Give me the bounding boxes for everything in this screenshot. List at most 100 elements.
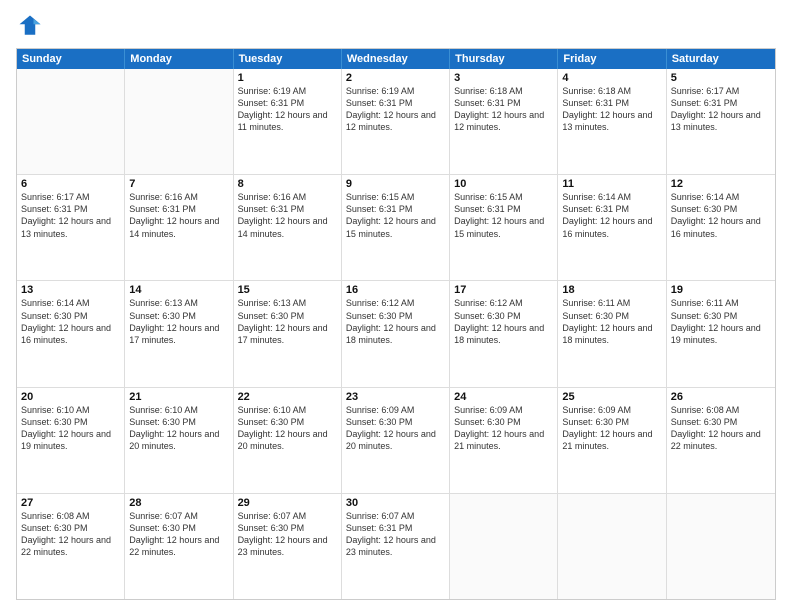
calendar-body: 1Sunrise: 6:19 AM Sunset: 6:31 PM Daylig… [17,69,775,599]
cal-cell-day-30: 30Sunrise: 6:07 AM Sunset: 6:31 PM Dayli… [342,494,450,599]
day-info: Sunrise: 6:17 AM Sunset: 6:31 PM Dayligh… [671,85,771,134]
day-info: Sunrise: 6:11 AM Sunset: 6:30 PM Dayligh… [562,297,661,346]
day-number: 1 [238,72,337,84]
day-number: 26 [671,391,771,403]
cal-cell-day-21: 21Sunrise: 6:10 AM Sunset: 6:30 PM Dayli… [125,388,233,493]
cal-cell-day-22: 22Sunrise: 6:10 AM Sunset: 6:30 PM Dayli… [234,388,342,493]
logo [16,12,48,40]
day-info: Sunrise: 6:18 AM Sunset: 6:31 PM Dayligh… [562,85,661,134]
day-info: Sunrise: 6:08 AM Sunset: 6:30 PM Dayligh… [21,510,120,559]
day-number: 14 [129,284,228,296]
day-number: 15 [238,284,337,296]
cal-cell-day-19: 19Sunrise: 6:11 AM Sunset: 6:30 PM Dayli… [667,281,775,386]
cal-cell-day-18: 18Sunrise: 6:11 AM Sunset: 6:30 PM Dayli… [558,281,666,386]
cal-header-friday: Friday [558,49,666,69]
day-info: Sunrise: 6:09 AM Sunset: 6:30 PM Dayligh… [454,404,553,453]
cal-cell-empty [558,494,666,599]
cal-header-wednesday: Wednesday [342,49,450,69]
day-number: 28 [129,497,228,509]
day-info: Sunrise: 6:12 AM Sunset: 6:30 PM Dayligh… [454,297,553,346]
cal-cell-day-10: 10Sunrise: 6:15 AM Sunset: 6:31 PM Dayli… [450,175,558,280]
day-number: 17 [454,284,553,296]
day-info: Sunrise: 6:10 AM Sunset: 6:30 PM Dayligh… [21,404,120,453]
day-info: Sunrise: 6:15 AM Sunset: 6:31 PM Dayligh… [454,191,553,240]
cal-cell-day-16: 16Sunrise: 6:12 AM Sunset: 6:30 PM Dayli… [342,281,450,386]
cal-cell-day-20: 20Sunrise: 6:10 AM Sunset: 6:30 PM Dayli… [17,388,125,493]
day-info: Sunrise: 6:07 AM Sunset: 6:31 PM Dayligh… [346,510,445,559]
cal-header-saturday: Saturday [667,49,775,69]
day-info: Sunrise: 6:08 AM Sunset: 6:30 PM Dayligh… [671,404,771,453]
day-number: 9 [346,178,445,190]
day-info: Sunrise: 6:13 AM Sunset: 6:30 PM Dayligh… [238,297,337,346]
cal-cell-day-28: 28Sunrise: 6:07 AM Sunset: 6:30 PM Dayli… [125,494,233,599]
cal-cell-day-29: 29Sunrise: 6:07 AM Sunset: 6:30 PM Dayli… [234,494,342,599]
day-info: Sunrise: 6:19 AM Sunset: 6:31 PM Dayligh… [238,85,337,134]
cal-cell-day-7: 7Sunrise: 6:16 AM Sunset: 6:31 PM Daylig… [125,175,233,280]
cal-week-4: 27Sunrise: 6:08 AM Sunset: 6:30 PM Dayli… [17,494,775,599]
day-info: Sunrise: 6:15 AM Sunset: 6:31 PM Dayligh… [346,191,445,240]
calendar-header-row: SundayMondayTuesdayWednesdayThursdayFrid… [17,49,775,69]
cal-cell-day-26: 26Sunrise: 6:08 AM Sunset: 6:30 PM Dayli… [667,388,775,493]
cal-header-tuesday: Tuesday [234,49,342,69]
cal-header-monday: Monday [125,49,233,69]
day-number: 2 [346,72,445,84]
day-info: Sunrise: 6:17 AM Sunset: 6:31 PM Dayligh… [21,191,120,240]
cal-cell-day-2: 2Sunrise: 6:19 AM Sunset: 6:31 PM Daylig… [342,69,450,174]
cal-cell-day-14: 14Sunrise: 6:13 AM Sunset: 6:30 PM Dayli… [125,281,233,386]
day-number: 5 [671,72,771,84]
day-info: Sunrise: 6:13 AM Sunset: 6:30 PM Dayligh… [129,297,228,346]
cal-week-2: 13Sunrise: 6:14 AM Sunset: 6:30 PM Dayli… [17,281,775,387]
day-info: Sunrise: 6:14 AM Sunset: 6:31 PM Dayligh… [562,191,661,240]
cal-cell-day-12: 12Sunrise: 6:14 AM Sunset: 6:30 PM Dayli… [667,175,775,280]
cal-cell-day-4: 4Sunrise: 6:18 AM Sunset: 6:31 PM Daylig… [558,69,666,174]
day-number: 13 [21,284,120,296]
cal-cell-empty [667,494,775,599]
day-info: Sunrise: 6:07 AM Sunset: 6:30 PM Dayligh… [238,510,337,559]
day-number: 16 [346,284,445,296]
day-info: Sunrise: 6:14 AM Sunset: 6:30 PM Dayligh… [21,297,120,346]
day-info: Sunrise: 6:07 AM Sunset: 6:30 PM Dayligh… [129,510,228,559]
cal-header-thursday: Thursday [450,49,558,69]
day-number: 6 [21,178,120,190]
day-number: 10 [454,178,553,190]
cal-week-1: 6Sunrise: 6:17 AM Sunset: 6:31 PM Daylig… [17,175,775,281]
cal-cell-day-27: 27Sunrise: 6:08 AM Sunset: 6:30 PM Dayli… [17,494,125,599]
day-number: 22 [238,391,337,403]
day-number: 27 [21,497,120,509]
day-number: 8 [238,178,337,190]
cal-cell-day-3: 3Sunrise: 6:18 AM Sunset: 6:31 PM Daylig… [450,69,558,174]
day-info: Sunrise: 6:11 AM Sunset: 6:30 PM Dayligh… [671,297,771,346]
day-number: 29 [238,497,337,509]
page: SundayMondayTuesdayWednesdayThursdayFrid… [0,0,792,612]
cal-header-sunday: Sunday [17,49,125,69]
cal-cell-empty [450,494,558,599]
day-number: 24 [454,391,553,403]
cal-cell-day-1: 1Sunrise: 6:19 AM Sunset: 6:31 PM Daylig… [234,69,342,174]
day-number: 12 [671,178,771,190]
cal-cell-day-9: 9Sunrise: 6:15 AM Sunset: 6:31 PM Daylig… [342,175,450,280]
day-number: 25 [562,391,661,403]
day-number: 19 [671,284,771,296]
header [16,12,776,40]
day-number: 18 [562,284,661,296]
cal-week-3: 20Sunrise: 6:10 AM Sunset: 6:30 PM Dayli… [17,388,775,494]
day-info: Sunrise: 6:10 AM Sunset: 6:30 PM Dayligh… [238,404,337,453]
cal-cell-day-11: 11Sunrise: 6:14 AM Sunset: 6:31 PM Dayli… [558,175,666,280]
cal-cell-day-13: 13Sunrise: 6:14 AM Sunset: 6:30 PM Dayli… [17,281,125,386]
day-info: Sunrise: 6:18 AM Sunset: 6:31 PM Dayligh… [454,85,553,134]
day-info: Sunrise: 6:19 AM Sunset: 6:31 PM Dayligh… [346,85,445,134]
cal-cell-day-17: 17Sunrise: 6:12 AM Sunset: 6:30 PM Dayli… [450,281,558,386]
logo-icon [16,12,44,40]
day-info: Sunrise: 6:09 AM Sunset: 6:30 PM Dayligh… [346,404,445,453]
cal-week-0: 1Sunrise: 6:19 AM Sunset: 6:31 PM Daylig… [17,69,775,175]
day-info: Sunrise: 6:09 AM Sunset: 6:30 PM Dayligh… [562,404,661,453]
cal-cell-day-23: 23Sunrise: 6:09 AM Sunset: 6:30 PM Dayli… [342,388,450,493]
calendar: SundayMondayTuesdayWednesdayThursdayFrid… [16,48,776,600]
day-info: Sunrise: 6:12 AM Sunset: 6:30 PM Dayligh… [346,297,445,346]
cal-cell-day-6: 6Sunrise: 6:17 AM Sunset: 6:31 PM Daylig… [17,175,125,280]
day-info: Sunrise: 6:16 AM Sunset: 6:31 PM Dayligh… [238,191,337,240]
cal-cell-day-15: 15Sunrise: 6:13 AM Sunset: 6:30 PM Dayli… [234,281,342,386]
day-info: Sunrise: 6:16 AM Sunset: 6:31 PM Dayligh… [129,191,228,240]
cal-cell-empty [17,69,125,174]
day-info: Sunrise: 6:14 AM Sunset: 6:30 PM Dayligh… [671,191,771,240]
